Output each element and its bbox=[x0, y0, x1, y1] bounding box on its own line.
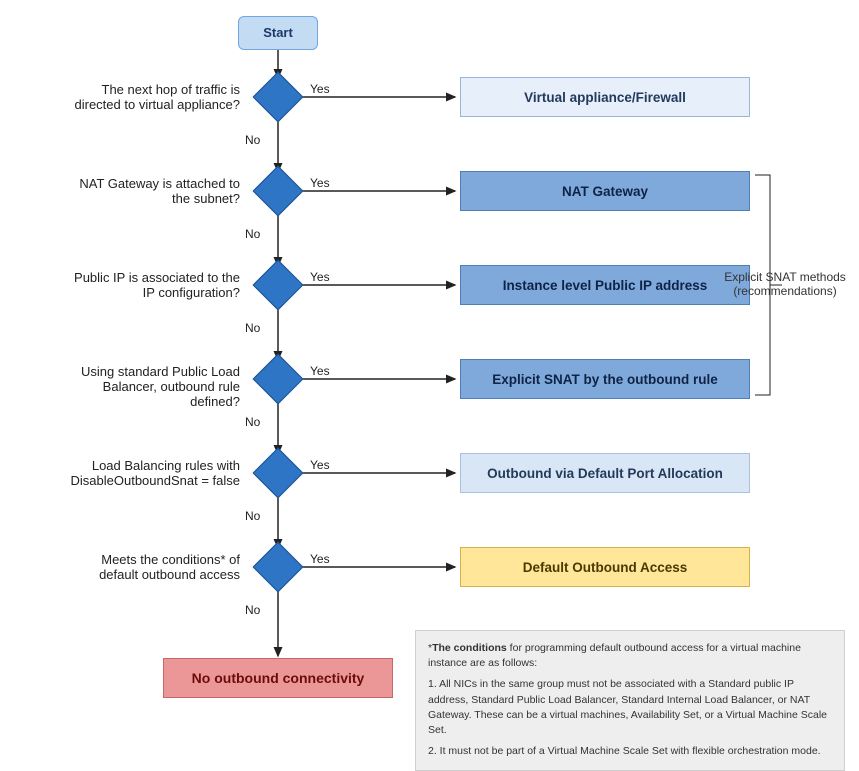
result-instance-public-ip: Instance level Public IP address bbox=[460, 265, 750, 305]
result-default-outbound-access: Default Outbound Access bbox=[460, 547, 750, 587]
result-2-label: NAT Gateway bbox=[562, 184, 648, 199]
bracket-line1: Explicit SNAT methods bbox=[715, 270, 855, 284]
result-6-label: Default Outbound Access bbox=[523, 560, 688, 575]
result-4-label: Explicit SNAT by the outbound rule bbox=[492, 372, 718, 387]
decision-3-yes: Yes bbox=[310, 270, 330, 284]
decision-6 bbox=[260, 549, 296, 585]
decision-4-question: Using standard Public Load Balancer, out… bbox=[60, 364, 240, 409]
start-node: Start bbox=[238, 16, 318, 50]
result-nat-gateway: NAT Gateway bbox=[460, 171, 750, 211]
result-5-label: Outbound via Default Port Allocation bbox=[487, 466, 723, 481]
result-3-label: Instance level Public IP address bbox=[503, 278, 708, 293]
decision-5-no: No bbox=[245, 509, 260, 523]
decision-5-question: Load Balancing rules with DisableOutboun… bbox=[60, 458, 240, 488]
decision-4-no: No bbox=[245, 415, 260, 429]
result-default-port-allocation: Outbound via Default Port Allocation bbox=[460, 453, 750, 493]
decision-1-yes: Yes bbox=[310, 82, 330, 96]
terminal-no-connectivity: No outbound connectivity bbox=[163, 658, 393, 698]
decision-2-question: NAT Gateway is attached to the subnet? bbox=[60, 176, 240, 206]
footnote-title: *The conditions for programming default … bbox=[428, 641, 832, 671]
start-label: Start bbox=[263, 25, 293, 42]
footnote-item-2: 2. It must not be part of a Virtual Mach… bbox=[428, 744, 832, 759]
bracket-line2: (recommendations) bbox=[715, 284, 855, 298]
decision-2-yes: Yes bbox=[310, 176, 330, 190]
footnote-box: *The conditions for programming default … bbox=[415, 630, 845, 771]
decision-2 bbox=[260, 173, 296, 209]
decision-3 bbox=[260, 267, 296, 303]
decision-1-no: No bbox=[245, 133, 260, 147]
decision-6-question: Meets the conditions* of default outboun… bbox=[60, 552, 240, 582]
decision-5 bbox=[260, 455, 296, 491]
terminal-label: No outbound connectivity bbox=[192, 670, 365, 686]
decision-1-question: The next hop of traffic is directed to v… bbox=[60, 82, 240, 112]
result-explicit-snat: Explicit SNAT by the outbound rule bbox=[460, 359, 750, 399]
decision-1 bbox=[260, 79, 296, 115]
decision-6-yes: Yes bbox=[310, 552, 330, 566]
result-1-label: Virtual appliance/Firewall bbox=[524, 90, 686, 105]
decision-4 bbox=[260, 361, 296, 397]
footnote-item-1: 1. All NICs in the same group must not b… bbox=[428, 677, 832, 738]
decision-3-question: Public IP is associated to the IP config… bbox=[60, 270, 240, 300]
decision-5-yes: Yes bbox=[310, 458, 330, 472]
decision-6-no: No bbox=[245, 603, 260, 617]
decision-4-yes: Yes bbox=[310, 364, 330, 378]
decision-3-no: No bbox=[245, 321, 260, 335]
decision-2-no: No bbox=[245, 227, 260, 241]
result-virtual-appliance: Virtual appliance/Firewall bbox=[460, 77, 750, 117]
